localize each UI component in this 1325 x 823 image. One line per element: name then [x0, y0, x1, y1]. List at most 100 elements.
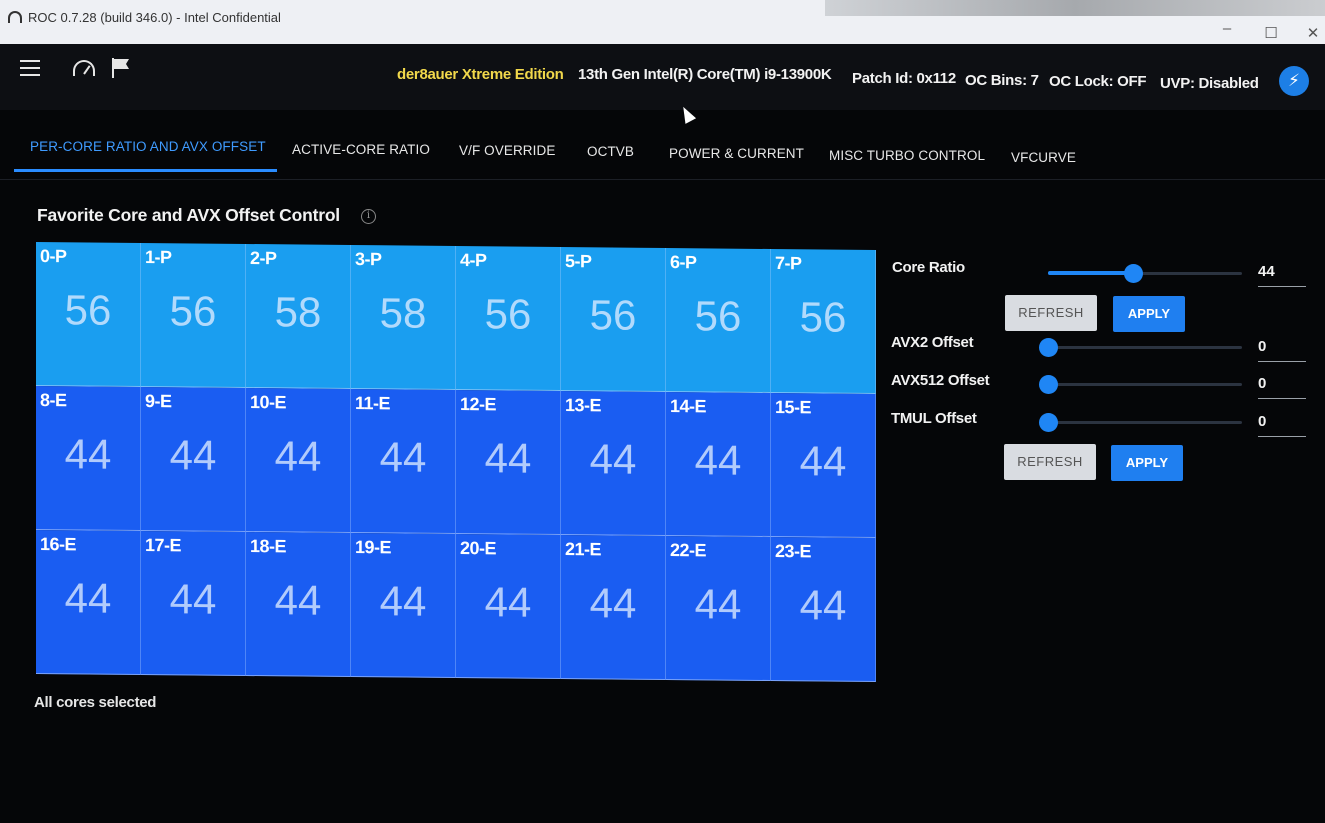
- core-tile[interactable]: 19-E 44: [351, 532, 456, 678]
- core-ratio: 44: [169, 431, 217, 479]
- tab-vfcurve[interactable]: VFCURVE: [1011, 150, 1076, 165]
- core-id: 18-E: [250, 536, 287, 557]
- core-tile[interactable]: 5-P 56: [561, 247, 666, 393]
- core-tile[interactable]: 17-E 44: [141, 530, 246, 676]
- avx2-offset-value[interactable]: 0: [1258, 338, 1306, 362]
- core-id: 5-P: [565, 251, 592, 272]
- core-tile[interactable]: 16-E 44: [36, 529, 141, 675]
- core-ratio-value[interactable]: 44: [1258, 263, 1306, 287]
- core-id: 16-E: [40, 534, 77, 555]
- core-tile[interactable]: 15-E 44: [771, 393, 876, 539]
- core-ratio: 56: [589, 291, 637, 339]
- core-id: 6-P: [670, 252, 697, 273]
- tab-power-current[interactable]: POWER & CURRENT: [669, 146, 804, 161]
- core-tile[interactable]: 2-P 58: [246, 243, 351, 389]
- core-id: 4-P: [460, 250, 487, 271]
- hamburger-menu-icon[interactable]: [20, 60, 40, 76]
- core-id: 2-P: [250, 248, 277, 269]
- core-id: 7-P: [775, 253, 802, 274]
- slider-thumb[interactable]: [1124, 264, 1144, 283]
- core-tile[interactable]: 1-P 56: [141, 242, 246, 388]
- core-ratio: 44: [64, 430, 112, 478]
- active-tab-indicator: [14, 169, 277, 172]
- core-tile[interactable]: 9-E 44: [141, 386, 246, 532]
- tmul-offset-slider[interactable]: [1039, 412, 1242, 432]
- core-tile[interactable]: 10-E 44: [246, 387, 351, 533]
- core-tile[interactable]: 23-E 44: [771, 537, 876, 683]
- roc-window: ROC 0.7.28 (build 346.0) - Intel Confide…: [0, 0, 1325, 823]
- maximize-button[interactable]: ☐: [1261, 24, 1281, 42]
- avx512-offset-label: AVX512 Offset: [891, 372, 990, 389]
- core-ratio-slider[interactable]: [1048, 263, 1242, 283]
- core-tile[interactable]: 13-E 44: [561, 391, 666, 537]
- app-header: der8auer Xtreme Edition 13th Gen Intel(R…: [0, 44, 1325, 110]
- flag-icon[interactable]: [112, 58, 132, 78]
- refresh-button-ratio[interactable]: REFRESH: [1005, 295, 1097, 331]
- background-edge: [825, 0, 1325, 16]
- core-tile[interactable]: 22-E 44: [666, 536, 771, 682]
- slider-thumb[interactable]: [1039, 375, 1058, 394]
- core-tile[interactable]: 3-P 58: [351, 244, 456, 390]
- core-id: 0-P: [40, 246, 67, 267]
- core-tile[interactable]: 20-E 44: [456, 534, 561, 680]
- core-tile[interactable]: 7-P 56: [771, 249, 876, 395]
- core-tile[interactable]: 8-E 44: [36, 385, 141, 531]
- core-tile[interactable]: 21-E 44: [561, 535, 666, 681]
- avx512-offset-value[interactable]: 0: [1258, 375, 1306, 399]
- avx512-offset-slider[interactable]: [1039, 374, 1242, 394]
- core-tile[interactable]: 4-P 56: [456, 246, 561, 392]
- section-title: Favorite Core and AVX Offset Control: [37, 205, 340, 225]
- core-id: 12-E: [460, 394, 497, 415]
- selection-status: All cores selected: [34, 694, 157, 711]
- edition-label: der8auer Xtreme Edition: [397, 66, 564, 83]
- core-id: 13-E: [565, 395, 602, 416]
- core-ratio: 44: [379, 577, 427, 625]
- tab-misc-turbo-control[interactable]: MISC TURBO CONTROL: [829, 148, 985, 163]
- lightning-bolt-icon[interactable]: ⚡: [1279, 66, 1309, 96]
- core-ratio: 44: [589, 435, 637, 483]
- info-icon[interactable]: i: [361, 209, 376, 224]
- avx2-offset-label: AVX2 Offset: [891, 334, 974, 351]
- core-ratio: 44: [169, 575, 217, 623]
- tab-octvb[interactable]: OCTVB: [587, 144, 634, 159]
- minimize-button[interactable]: –: [1217, 20, 1237, 37]
- core-ratio: 44: [589, 579, 637, 627]
- core-ratio: 44: [484, 434, 532, 482]
- core-id: 11-E: [355, 393, 391, 414]
- tab-active-core-ratio[interactable]: ACTIVE-CORE RATIO: [292, 142, 430, 157]
- apply-button-offset[interactable]: APPLY: [1111, 445, 1183, 481]
- cpu-name: 13th Gen Intel(R) Core(TM) i9-13900K: [578, 66, 832, 83]
- core-tile[interactable]: 6-P 56: [666, 248, 771, 394]
- oc-bins: OC Bins: 7: [965, 72, 1039, 89]
- core-tile[interactable]: 0-P 56: [36, 241, 141, 387]
- tab-vf-override[interactable]: V/F OVERRIDE: [459, 143, 555, 158]
- core-id: 21-E: [565, 539, 602, 560]
- tab-per-core-ratio[interactable]: PER-CORE RATIO AND AVX OFFSET: [30, 139, 266, 154]
- tab-bar: PER-CORE RATIO AND AVX OFFSET ACTIVE-COR…: [0, 110, 1325, 180]
- core-id: 23-E: [775, 541, 812, 562]
- core-ratio: 56: [64, 286, 112, 334]
- core-ratio: 44: [274, 432, 322, 480]
- core-ratio: 58: [274, 288, 322, 336]
- core-id: 19-E: [355, 537, 392, 558]
- core-tile[interactable]: 12-E 44: [456, 390, 561, 536]
- core-grid: 0-P 56 1-P 56 2-P 58 3-P 58 4-P 56 5-P 56 6-P 56 7-P 56…: [36, 241, 876, 683]
- gauge-icon[interactable]: [73, 60, 95, 76]
- core-tile[interactable]: 18-E 44: [246, 531, 351, 677]
- refresh-button-offset[interactable]: REFRESH: [1004, 444, 1096, 480]
- core-ratio-label: Core Ratio: [892, 259, 965, 276]
- close-button[interactable]: ✕: [1303, 24, 1323, 42]
- core-ratio: 44: [64, 574, 112, 622]
- core-id: 20-E: [460, 538, 497, 559]
- slider-thumb[interactable]: [1039, 338, 1058, 357]
- core-id: 10-E: [250, 392, 287, 413]
- core-ratio: 56: [169, 287, 217, 335]
- tmul-offset-value[interactable]: 0: [1258, 413, 1306, 437]
- core-ratio: 56: [694, 292, 742, 340]
- slider-thumb[interactable]: [1039, 413, 1058, 432]
- avx2-offset-slider[interactable]: [1039, 337, 1242, 357]
- core-tile[interactable]: 14-E 44: [666, 392, 771, 538]
- apply-button-ratio[interactable]: APPLY: [1113, 296, 1185, 332]
- core-ratio: 56: [799, 293, 847, 341]
- core-tile[interactable]: 11-E 44: [351, 388, 456, 534]
